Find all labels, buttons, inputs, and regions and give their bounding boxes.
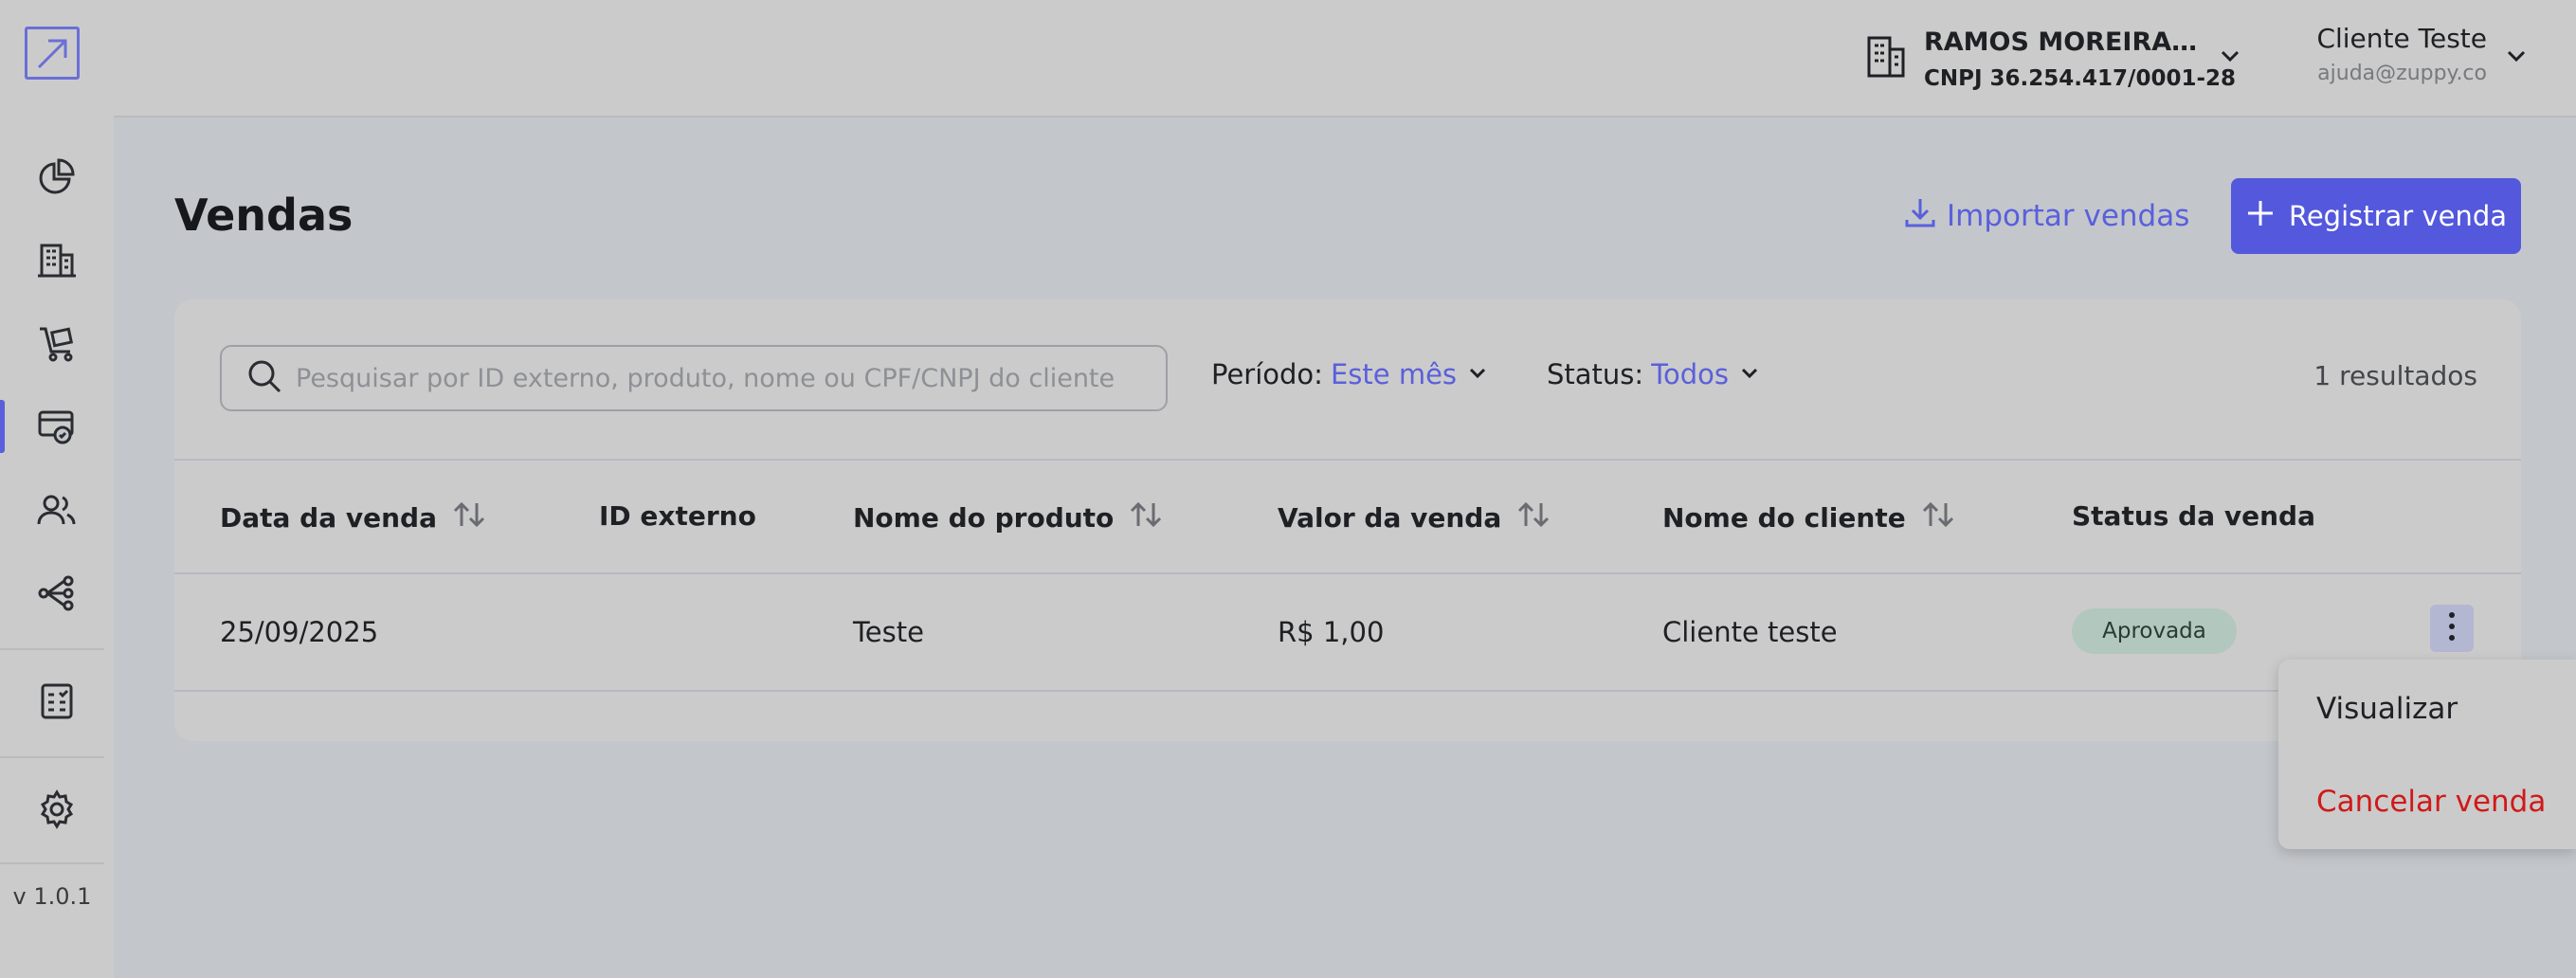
register-sale-button[interactable]: Registrar venda: [2231, 178, 2521, 254]
column-header-status: Status da venda: [2072, 500, 2315, 532]
logo-arrow-icon[interactable]: [25, 27, 80, 80]
menu-item-cancel-sale[interactable]: Cancelar venda: [2316, 785, 2546, 819]
divider: [174, 572, 2521, 574]
chevron-down-icon[interactable]: [2502, 42, 2531, 74]
menu-item-view[interactable]: Visualizar: [2316, 692, 2458, 726]
cell-value: R$ 1,00: [1278, 616, 1385, 648]
search-input[interactable]: [296, 363, 1149, 393]
import-sales-button[interactable]: Importar vendas: [1903, 195, 2189, 237]
register-sale-label: Registrar venda: [2288, 200, 2508, 232]
company-cnpj: CNPJ 36.254.417/0001-28: [1924, 65, 2237, 91]
cart-icon[interactable]: [0, 305, 114, 381]
plus-icon: [2245, 198, 2276, 235]
search-field[interactable]: [220, 345, 1168, 411]
gear-icon[interactable]: [0, 771, 114, 847]
sales-card: Período: Este mês Status: Todos 1 result…: [174, 299, 2521, 741]
status-filter[interactable]: Status: Todos: [1547, 358, 1761, 390]
divider: [174, 459, 2521, 461]
period-filter[interactable]: Período: Este mês: [1211, 358, 1489, 390]
sort-icon[interactable]: [450, 500, 488, 535]
sidebar-divider: [0, 756, 104, 758]
divider: [174, 690, 2521, 692]
company-name: RAMOS MOREIRA SO...: [1924, 27, 2204, 57]
status-label: Status:: [1547, 358, 1644, 390]
period-label: Período:: [1211, 358, 1323, 390]
sort-icon[interactable]: [1919, 500, 1957, 535]
column-header-label: Data da venda: [220, 502, 437, 534]
network-icon[interactable]: [0, 555, 114, 631]
sort-icon[interactable]: [1127, 500, 1165, 535]
report-icon[interactable]: [0, 663, 114, 739]
column-header-product[interactable]: Nome do produto: [853, 500, 1165, 535]
import-sales-label: Importar vendas: [1947, 199, 2190, 233]
building-icon[interactable]: [0, 222, 114, 298]
user-email: ajuda@zuppy.co: [2317, 62, 2487, 85]
search-icon: [246, 358, 282, 398]
page-title: Vendas: [174, 190, 354, 241]
sales-icon[interactable]: [0, 389, 114, 464]
column-header-label: Nome do cliente: [1662, 502, 1906, 534]
column-header-value[interactable]: Valor da venda: [1278, 500, 1552, 535]
download-icon: [1903, 195, 1937, 237]
column-header-date[interactable]: Data da venda: [220, 500, 488, 535]
chevron-down-icon[interactable]: [2216, 42, 2244, 74]
row-actions-button[interactable]: [2430, 605, 2474, 652]
pie-chart-icon[interactable]: [0, 138, 114, 214]
sidebar-divider: [0, 648, 104, 650]
status-badge: Aprovada: [2072, 608, 2237, 654]
column-header-label: ID externo: [599, 500, 756, 532]
status-value: Todos: [1651, 358, 1729, 390]
chevron-down-icon: [1738, 358, 1761, 390]
cell-product: Teste: [853, 616, 924, 648]
column-header-label: Nome do produto: [853, 502, 1115, 534]
user-menu[interactable]: Cliente Teste ajuda@zuppy.co: [2316, 23, 2487, 85]
chevron-down-icon: [1466, 358, 1489, 390]
column-header-external-id: ID externo: [599, 500, 756, 532]
cell-client: Cliente teste: [1662, 616, 1838, 648]
column-header-label: Valor da venda: [1278, 502, 1502, 534]
building-icon: [1865, 34, 1907, 83]
period-value: Este mês: [1330, 358, 1458, 390]
column-header-label: Status da venda: [2072, 500, 2315, 532]
users-icon[interactable]: [0, 472, 114, 548]
column-header-client[interactable]: Nome do cliente: [1662, 500, 1957, 535]
row-actions-menu: Visualizar Cancelar venda: [2278, 660, 2576, 849]
more-vertical-icon: [2447, 611, 2457, 645]
user-name: Cliente Teste: [2316, 23, 2487, 54]
results-count: 1 resultados: [2313, 360, 2477, 391]
company-selector[interactable]: RAMOS MOREIRA SO... CNPJ 36.254.417/0001…: [1865, 23, 2236, 95]
sidebar: v 1.0.1: [0, 0, 114, 978]
app-version: v 1.0.1: [12, 883, 92, 910]
cell-date: 25/09/2025: [220, 616, 379, 648]
sort-icon[interactable]: [1515, 500, 1552, 535]
sidebar-divider: [0, 862, 104, 864]
